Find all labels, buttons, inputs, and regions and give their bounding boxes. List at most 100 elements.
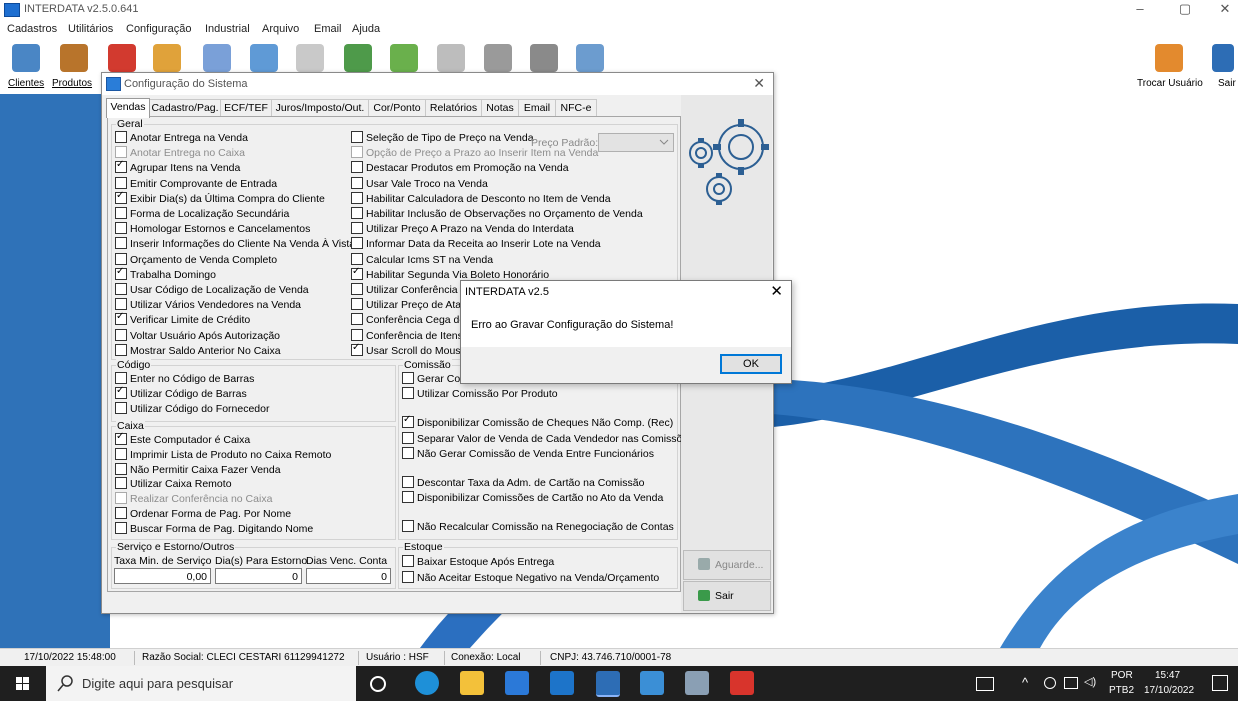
checkbox-box[interactable] <box>351 191 363 204</box>
checkbox-box[interactable] <box>115 372 127 384</box>
trocar-usuario-label[interactable]: Trocar Usuário <box>1137 78 1203 89</box>
money-icon[interactable] <box>390 44 418 72</box>
checkbox-enter-no-codigo-de-barras[interactable]: Enter no Código de Barras <box>115 372 254 386</box>
tab-nfce[interactable]: NFC-e <box>555 99 597 117</box>
menu-email[interactable]: Email <box>314 23 342 35</box>
checkbox-box[interactable] <box>351 161 363 174</box>
dias-venc-input[interactable]: 0 <box>306 568 391 584</box>
checkbox-box[interactable] <box>115 283 127 295</box>
chevron-up-icon[interactable]: ^ <box>1022 675 1028 690</box>
checkbox-selecao-de-tipo-de-preco-na-venda[interactable]: Seleção de Tipo de Preço na Venda <box>351 131 534 145</box>
bank-icon[interactable] <box>484 44 512 72</box>
exit-icon[interactable] <box>1212 44 1234 72</box>
checkbox-box[interactable] <box>115 431 127 445</box>
checkbox-box[interactable] <box>115 521 127 534</box>
checkbox-habilitar-inclusao-de-observacoes-no-orcamento-de-venda[interactable]: Habilitar Inclusão de Observações no Orç… <box>351 207 643 221</box>
aguarde-button[interactable]: Aguarde... <box>683 550 771 580</box>
config-close-icon[interactable]: ✕ <box>753 75 765 92</box>
checkbox-box[interactable] <box>351 222 363 235</box>
checkbox-box[interactable] <box>402 571 414 583</box>
edge-icon[interactable] <box>415 671 439 695</box>
checkbox-disponibilizar-comissao-de-cheques-nao-comp-rec[interactable]: Disponibilizar Comissão de Cheques Não C… <box>402 414 673 430</box>
checkbox-box[interactable] <box>402 431 414 444</box>
checkbox-box[interactable] <box>115 462 127 475</box>
document-icon[interactable] <box>437 44 465 72</box>
checkbox-informar-data-da-receita-ao-inserir-lote-na-venda[interactable]: Informar Data da Receita ao Inserir Lote… <box>351 237 601 251</box>
checkbox-nao-recalcular-comissao-na-renegociacao-de-contas[interactable]: Não Recalcular Comissão na Renegociação … <box>402 520 674 534</box>
checkbox-box[interactable] <box>402 387 414 400</box>
checkbox-mostrar-saldo-anterior-no-caixa[interactable]: Mostrar Saldo Anterior No Caixa <box>115 343 281 358</box>
checkbox-utilizar-comissao-por-produto[interactable]: Utilizar Comissão Por Produto <box>402 387 558 401</box>
checkbox-utilizar-codigo-de-barras[interactable]: Utilizar Código de Barras <box>115 385 247 401</box>
checkbox-verificar-limite-de-credito[interactable]: Verificar Limite de Crédito <box>115 311 250 327</box>
checkbox-box[interactable] <box>115 343 127 356</box>
minimize-button[interactable]: – <box>1120 0 1160 20</box>
tab-relatorios[interactable]: Relatórios <box>425 99 482 117</box>
checkbox-forma-de-localizacao-secundaria[interactable]: Forma de Localização Secundária <box>115 207 289 221</box>
lang-bottom[interactable]: PTB2 <box>1109 685 1134 696</box>
checkbox-utilizar-caixa-remoto[interactable]: Utilizar Caixa Remoto <box>115 477 232 491</box>
tab-notas[interactable]: Notas <box>481 99 519 117</box>
clock-time[interactable]: 15:47 <box>1155 670 1180 681</box>
products-box-icon[interactable] <box>60 44 88 72</box>
checkbox-box[interactable] <box>351 252 363 265</box>
tab-vendas[interactable]: Vendas <box>106 98 150 118</box>
checkbox-gerar-com[interactable]: Gerar Com <box>402 372 469 386</box>
checkbox-utilizar-codigo-do-fornecedor[interactable]: Utilizar Código do Fornecedor <box>115 402 269 416</box>
checkbox-box[interactable] <box>351 207 363 219</box>
checkbox-box[interactable] <box>115 328 127 341</box>
cashier-icon[interactable] <box>250 44 278 72</box>
tab-cadastro-pag[interactable]: Cadastro/Pag. <box>149 99 221 117</box>
hand-icon[interactable] <box>203 44 231 72</box>
checkbox-usar-codigo-de-localizacao-de-venda[interactable]: Usar Código de Localização de Venda <box>115 283 309 297</box>
checkbox-box[interactable] <box>351 237 363 250</box>
checkbox-utilizar-preco-a-prazo-na-venda-do-interdata[interactable]: Utilizar Preço A Prazo na Venda do Inter… <box>351 222 574 236</box>
checkbox-box[interactable] <box>115 190 127 204</box>
sair-label[interactable]: Sair <box>1218 78 1236 89</box>
checkbox-box[interactable] <box>351 146 363 159</box>
checkbox-box[interactable] <box>402 555 414 567</box>
checkbox-box[interactable] <box>115 252 127 265</box>
checkbox-este-computador-e-caixa[interactable]: Este Computador é Caixa <box>115 431 250 447</box>
volume-icon[interactable]: ◁) <box>1084 675 1096 688</box>
app2-task-icon[interactable] <box>685 671 709 695</box>
clients-icon[interactable] <box>12 44 40 72</box>
checkbox-box[interactable] <box>115 492 127 505</box>
checkbox-habilitar-calculadora-de-desconto-no-item-de-venda[interactable]: Habilitar Calculadora de Desconto no Ite… <box>351 191 611 206</box>
checkbox-conferencia-de-itens-n[interactable]: Conferência de Itens n <box>351 328 472 343</box>
checkbox-utilizar-preco-de-ataca[interactable]: Utilizar Preço de Ataca <box>351 298 472 312</box>
menu-industrial[interactable]: Industrial <box>205 23 250 35</box>
checkbox-destacar-produtos-em-promocao-na-venda[interactable]: Destacar Produtos em Promoção na Venda <box>351 161 569 175</box>
chart-icon[interactable] <box>153 44 181 72</box>
checkbox-calcular-icms-st-na-venda[interactable]: Calcular Icms ST na Venda <box>351 252 493 267</box>
checkbox-usar-vale-troco-na-venda[interactable]: Usar Vale Troco na Venda <box>351 176 488 191</box>
checkbox-box[interactable] <box>351 266 363 280</box>
checkbox-box[interactable] <box>351 313 363 326</box>
menu-cadastros[interactable]: Cadastros <box>7 23 57 35</box>
network-icon[interactable] <box>1044 677 1056 689</box>
checkbox-anotar-entrega-na-venda[interactable]: Anotar Entrega na Venda <box>115 131 248 145</box>
menu-ajuda[interactable]: Ajuda <box>352 23 380 35</box>
calculator-icon[interactable] <box>296 44 324 72</box>
tools-icon[interactable] <box>530 44 558 72</box>
checkbox-box[interactable] <box>115 146 127 159</box>
checkbox-orcamento-de-venda-completo[interactable]: Orçamento de Venda Completo <box>115 252 277 267</box>
close-window-button[interactable]: ✕ <box>1205 0 1238 20</box>
checkbox-box[interactable] <box>115 507 127 519</box>
checkbox-box[interactable] <box>115 385 127 400</box>
checkbox-box[interactable] <box>115 447 127 460</box>
checkbox-descontar-taxa-da-adm-de-cartao-na-comissao[interactable]: Descontar Taxa da Adm. de Cartão na Comi… <box>402 476 644 490</box>
checkbox-baixar-estoque-apos-entrega[interactable]: Baixar Estoque Após Entrega <box>402 555 554 569</box>
checkbox-box[interactable] <box>402 520 414 533</box>
switch-user-icon[interactable] <box>1155 44 1183 72</box>
report-icon[interactable] <box>344 44 372 72</box>
display-icon[interactable] <box>1064 677 1078 689</box>
keyboard-icon[interactable] <box>976 677 994 691</box>
start-button[interactable] <box>0 666 46 701</box>
checkbox-box[interactable] <box>115 477 127 490</box>
taxa-min-input[interactable]: 0,00 <box>114 568 211 584</box>
sair-button[interactable]: Sair <box>683 581 771 611</box>
ok-button[interactable]: OK <box>720 354 782 374</box>
lang-top[interactable]: POR <box>1111 670 1133 681</box>
clock-date[interactable]: 17/10/2022 <box>1144 685 1194 696</box>
